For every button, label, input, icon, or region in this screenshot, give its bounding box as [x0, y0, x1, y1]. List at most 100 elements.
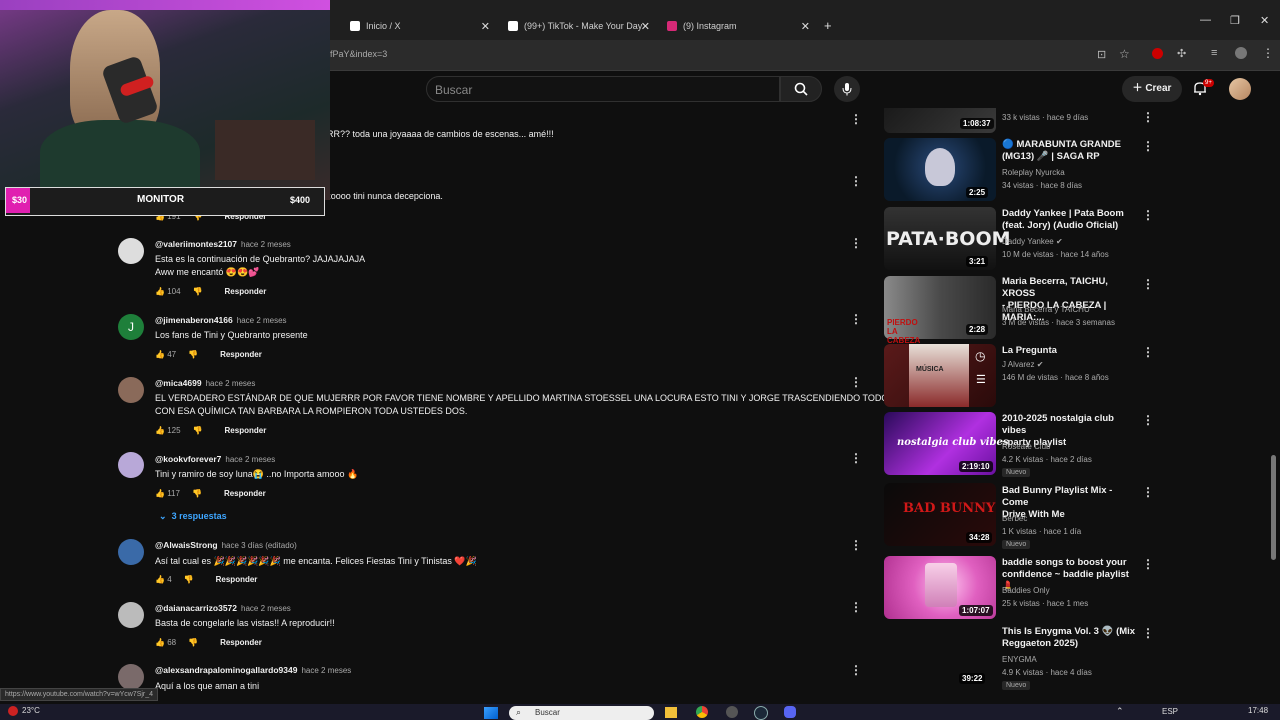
- reply-button[interactable]: Responder: [224, 489, 266, 498]
- video-title[interactable]: La Pregunta: [1002, 345, 1138, 357]
- tray-chevron-icon[interactable]: ⌃: [1116, 706, 1124, 717]
- comment-author[interactable]: @AlwaisStrong hace 3 días (editado): [155, 540, 297, 550]
- voice-search-button[interactable]: [834, 76, 860, 102]
- close-window-button[interactable]: ✕: [1260, 14, 1269, 27]
- video-menu-icon[interactable]: ⋮: [1142, 557, 1154, 571]
- view-replies-button[interactable]: ⌄ 3 respuestas: [159, 511, 227, 522]
- like-icon[interactable]: 👍: [155, 489, 165, 498]
- like-icon[interactable]: 👍: [155, 575, 165, 584]
- video-channel[interactable]: Daddy Yankee ✔: [1002, 237, 1063, 246]
- discord-icon[interactable]: [784, 706, 796, 718]
- dislike-icon[interactable]: 👎: [184, 575, 194, 584]
- reply-button[interactable]: Responder: [216, 575, 258, 584]
- video-menu-icon[interactable]: ⋮: [1142, 345, 1154, 359]
- video-menu-icon[interactable]: ⋮: [1142, 139, 1154, 153]
- avatar[interactable]: [118, 539, 144, 565]
- video-menu-icon[interactable]: ⋮: [1142, 208, 1154, 222]
- reply-button[interactable]: Responder: [225, 287, 267, 296]
- dislike-icon[interactable]: 👎: [188, 638, 198, 647]
- video-channel[interactable]: Baddies Only: [1002, 586, 1050, 595]
- weather-widget[interactable]: 23°C: [22, 706, 40, 715]
- file-explorer-icon[interactable]: [665, 707, 677, 718]
- avatar[interactable]: [118, 452, 144, 478]
- video-menu-icon[interactable]: ⋮: [1142, 626, 1154, 640]
- comment-author[interactable]: @kookvforever7 hace 2 meses: [155, 454, 275, 464]
- bookmark-star-icon[interactable]: ☆: [1119, 47, 1130, 61]
- avatar[interactable]: J: [118, 314, 144, 340]
- like-icon[interactable]: 👍: [155, 350, 165, 359]
- browser-tab-x[interactable]: Inicio / X ✕: [350, 12, 490, 40]
- video-channel[interactable]: Roseate Club: [1002, 442, 1050, 451]
- taskbar-search[interactable]: Buscar: [509, 706, 654, 720]
- windows-start-icon[interactable]: [484, 707, 498, 719]
- comment-menu-icon[interactable]: ⋮: [850, 600, 862, 614]
- avatar[interactable]: [118, 664, 144, 690]
- like-icon[interactable]: 👍: [155, 426, 165, 435]
- video-channel[interactable]: Berbec: [1002, 514, 1027, 523]
- video-menu-icon[interactable]: ⋮: [1142, 413, 1154, 427]
- video-menu-icon[interactable]: ⋮: [1142, 110, 1154, 124]
- maximize-button[interactable]: ❐: [1230, 14, 1240, 27]
- video-title[interactable]: Maria Becerra, TAICHU, XROSS - PIERDO LA …: [1002, 276, 1142, 324]
- reply-button[interactable]: Responder: [225, 426, 267, 435]
- close-tab-icon[interactable]: ✕: [801, 20, 810, 33]
- minimize-button[interactable]: —: [1200, 14, 1211, 26]
- add-to-queue-icon[interactable]: ☰: [976, 373, 986, 386]
- video-title[interactable]: This Is Enygma Vol. 3 👽 (Mix Reggaeton 20…: [1002, 626, 1138, 650]
- comment-author[interactable]: @daianacarrizo3572 hace 2 meses: [155, 603, 291, 613]
- video-channel[interactable]: Roleplay Nyurcka: [1002, 168, 1065, 177]
- video-menu-icon[interactable]: ⋮: [1142, 277, 1154, 291]
- clock[interactable]: 17:48: [1248, 706, 1268, 715]
- like-icon[interactable]: 👍: [155, 638, 165, 647]
- watch-later-icon[interactable]: ◷: [975, 349, 985, 363]
- browser-tab-tiktok[interactable]: (99+) TikTok - Make Your Day ✕: [508, 12, 650, 40]
- comment-menu-icon[interactable]: ⋮: [850, 312, 862, 326]
- search-button[interactable]: [780, 76, 822, 102]
- video-menu-icon[interactable]: ⋮: [1142, 485, 1154, 499]
- avatar[interactable]: [118, 602, 144, 628]
- new-tab-button[interactable]: +: [824, 18, 832, 33]
- install-app-icon[interactable]: ⊡: [1097, 48, 1106, 61]
- scrollbar-thumb[interactable]: [1271, 455, 1276, 560]
- comment-menu-icon[interactable]: ⋮: [850, 375, 862, 389]
- account-avatar[interactable]: [1229, 78, 1251, 100]
- url-text[interactable]: fPaY&index=3: [330, 49, 387, 59]
- extension-adblock-icon[interactable]: [1152, 48, 1163, 59]
- comment-menu-icon[interactable]: ⋮: [850, 538, 862, 552]
- media-control-icon[interactable]: ≡: [1211, 47, 1217, 59]
- video-channel[interactable]: ENYGMA: [1002, 655, 1037, 664]
- comment-author[interactable]: @valeriimontes2107 hace 2 meses: [155, 239, 291, 249]
- reply-button[interactable]: Responder: [220, 638, 262, 647]
- close-tab-icon[interactable]: ✕: [641, 20, 650, 33]
- app-icon[interactable]: [726, 706, 738, 718]
- video-title[interactable]: Daddy Yankee | Pata Boom (feat. Jory) (Au…: [1002, 208, 1138, 232]
- comment-author[interactable]: @mica4699 hace 2 meses: [155, 378, 255, 388]
- avatar[interactable]: [118, 238, 144, 264]
- like-icon[interactable]: 👍: [155, 287, 165, 296]
- reply-button[interactable]: Responder: [220, 350, 262, 359]
- comment-author[interactable]: @jimenaberon4166 hace 2 meses: [155, 315, 287, 325]
- browser-menu-icon[interactable]: ⋮: [1262, 46, 1274, 60]
- chrome-icon[interactable]: [696, 706, 708, 718]
- extensions-puzzle-icon[interactable]: ✣: [1177, 47, 1186, 60]
- dislike-icon[interactable]: 👎: [192, 489, 202, 498]
- language-indicator[interactable]: ESP: [1162, 707, 1178, 716]
- close-tab-icon[interactable]: ✕: [481, 20, 490, 33]
- browser-tab-instagram[interactable]: (9) Instagram ✕: [667, 12, 810, 40]
- comment-author[interactable]: @alexsandrapalominogallardo9349 hace 2 me…: [155, 665, 351, 675]
- comment-menu-icon[interactable]: ⋮: [850, 236, 862, 250]
- video-channel[interactable]: J Alvarez ✔: [1002, 360, 1043, 369]
- comment-menu-icon[interactable]: ⋮: [850, 174, 862, 188]
- comment-menu-icon[interactable]: ⋮: [850, 112, 862, 126]
- search-input[interactable]: Buscar: [426, 76, 780, 102]
- dislike-icon[interactable]: 👎: [188, 350, 198, 359]
- comment-menu-icon[interactable]: ⋮: [850, 451, 862, 465]
- steam-icon[interactable]: [754, 706, 768, 720]
- avatar[interactable]: [118, 377, 144, 403]
- dislike-icon[interactable]: 👎: [193, 426, 203, 435]
- video-channel[interactable]: Maria Becerra y TAICHU: [1002, 305, 1090, 314]
- video-title[interactable]: 🔵 MARABUNTA GRANDE (MG13) 🎤 | SAGA RP: [1002, 139, 1138, 163]
- comment-menu-icon[interactable]: ⋮: [850, 663, 862, 677]
- notification-icon[interactable]: [8, 706, 18, 716]
- profile-avatar-icon[interactable]: [1235, 47, 1247, 59]
